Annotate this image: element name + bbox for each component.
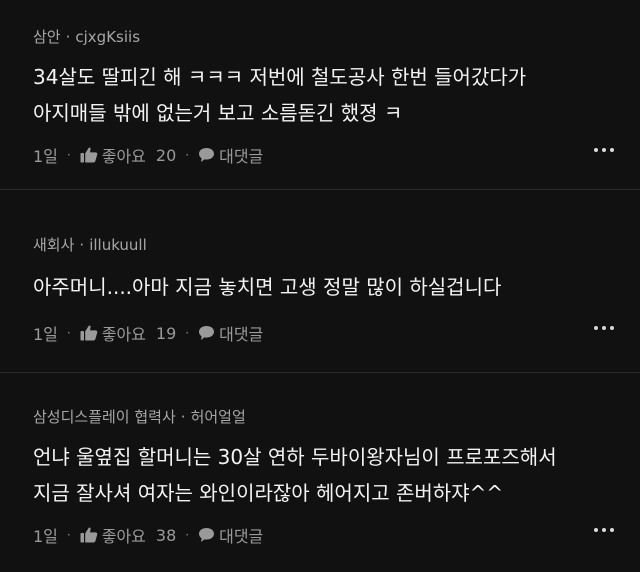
more-horizontal-icon	[610, 148, 614, 152]
more-options-button[interactable]	[594, 528, 614, 532]
reply-button[interactable]: 대댓글	[198, 143, 263, 167]
like-button[interactable]: 좋아요 20	[80, 143, 177, 167]
comment-text-line: 지금 잘사셔 여자는 와인이라잖아 헤어지고 존버하쟈^^	[33, 481, 504, 505]
comment-item: 새회사 · illukuull 아주머니....아마 지금 놓치면 고생 정말 많이…	[0, 190, 640, 372]
comment-author[interactable]: 새회사 · illukuull	[33, 235, 620, 255]
like-count: 38	[155, 525, 177, 545]
reply-label: 대댓글	[219, 147, 264, 166]
comment-author[interactable]: 삼안 · cjxgKsiis	[33, 27, 620, 47]
comment-actions: 1일 · 좋아요 19 · 대댓글	[33, 321, 620, 345]
like-button[interactable]: 좋아요 38	[80, 523, 177, 547]
action-separator: ·	[66, 528, 71, 542]
more-horizontal-icon	[610, 528, 614, 532]
comment-actions: 1일 · 좋아요 38 · 대댓글	[33, 523, 620, 547]
comment-text: 아주머니....아마 지금 놓치면 고생 정말 많이 하실겁니다	[33, 269, 620, 305]
author-company: 삼성디스플레이 협력사	[33, 408, 176, 426]
comment-author[interactable]: 삼성디스플레이 협력사 · 허어얼얼	[33, 407, 620, 427]
like-button[interactable]: 좋아요 19	[80, 321, 177, 345]
speech-bubble-icon	[199, 148, 215, 162]
thumbs-up-icon	[80, 325, 98, 341]
speech-bubble-icon	[199, 528, 215, 542]
like-label: 좋아요	[101, 527, 146, 546]
more-horizontal-icon	[602, 528, 606, 532]
action-separator: ·	[66, 148, 71, 162]
comment-item: 삼안 · cjxgKsiis 34살도 딸피긴 해 ㅋㅋㅋ 저번에 철도공사 한번 …	[0, 0, 640, 189]
comment-feed: 삼안 · cjxgKsiis 34살도 딸피긴 해 ㅋㅋㅋ 저번에 철도공사 한번 …	[0, 0, 640, 572]
author-company: 삼안	[33, 28, 61, 46]
action-separator: ·	[66, 326, 71, 340]
thumbs-up-icon	[80, 527, 98, 543]
like-count: 19	[155, 323, 177, 343]
author-name: illukuull	[89, 236, 147, 254]
more-horizontal-icon	[602, 148, 606, 152]
comment-age: 1일	[33, 527, 58, 546]
more-horizontal-icon	[594, 528, 598, 532]
comment-age: 1일	[33, 325, 58, 344]
comment-age: 1일	[33, 147, 58, 166]
like-count: 20	[155, 145, 177, 165]
comment-text-line: 34살도 딸피긴 해 ㅋㅋㅋ 저번에 철도공사 한번 들어갔다가	[33, 65, 527, 89]
action-separator: ·	[185, 528, 190, 542]
action-separator: ·	[185, 148, 190, 162]
meta-separator: ·	[180, 408, 186, 426]
more-horizontal-icon	[594, 148, 598, 152]
comment-text: 34살도 딸피긴 해 ㅋㅋㅋ 저번에 철도공사 한번 들어갔다가 아지매들 밖에…	[33, 59, 620, 131]
more-horizontal-icon	[594, 326, 598, 330]
reply-label: 대댓글	[219, 325, 264, 344]
thumbs-up-icon	[80, 147, 98, 163]
author-company: 새회사	[33, 236, 75, 254]
author-name: cjxgKsiis	[75, 28, 141, 46]
reply-button[interactable]: 대댓글	[198, 523, 263, 547]
comment-item: 삼성디스플레이 협력사 · 허어얼얼 언냐 울옆집 할머니는 30살 연하 두바이왕…	[0, 373, 640, 572]
meta-separator: ·	[65, 28, 71, 46]
like-label: 좋아요	[101, 325, 146, 344]
comment-text: 언냐 울옆집 할머니는 30살 연하 두바이왕자님이 프로포즈해서 지금 잘사셔…	[33, 439, 620, 511]
comment-text-line: 아지매들 밖에 없는거 보고 소름돋긴 했졍 ㅋ	[33, 101, 403, 125]
author-name: 허어얼얼	[190, 408, 246, 426]
more-horizontal-icon	[602, 326, 606, 330]
more-options-button[interactable]	[594, 326, 614, 330]
reply-label: 대댓글	[219, 527, 264, 546]
comment-actions: 1일 · 좋아요 20 · 대댓글	[33, 143, 620, 167]
like-label: 좋아요	[101, 147, 146, 166]
more-horizontal-icon	[610, 326, 614, 330]
action-separator: ·	[185, 326, 190, 340]
comment-text-line: 언냐 울옆집 할머니는 30살 연하 두바이왕자님이 프로포즈해서	[33, 445, 557, 469]
speech-bubble-icon	[199, 326, 215, 340]
reply-button[interactable]: 대댓글	[198, 321, 263, 345]
comment-text-line: 아주머니....아마 지금 놓치면 고생 정말 많이 하실겁니다	[33, 275, 502, 299]
meta-separator: ·	[79, 236, 85, 254]
more-options-button[interactable]	[594, 148, 614, 152]
